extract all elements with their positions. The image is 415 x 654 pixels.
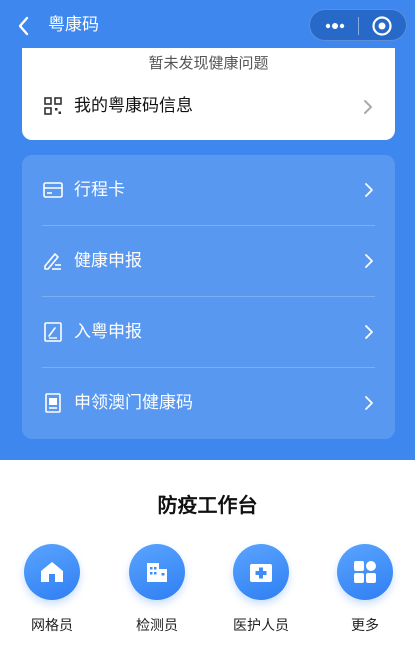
menu-item-health-declaration[interactable]: 健康申报 — [22, 226, 395, 297]
menu-item-entry-declaration[interactable]: 入粤申报 — [22, 297, 395, 368]
chevron-right-icon — [365, 325, 373, 339]
mini-program-capsule — [309, 9, 407, 41]
my-health-code-info-row[interactable]: 我的粤康码信息 — [22, 88, 395, 128]
tool-label: 医护人员 — [233, 618, 289, 634]
workbench-title: 防疫工作台 — [157, 493, 258, 517]
menu-item-trip-card[interactable]: 行程卡 — [22, 155, 395, 226]
tool-medical-staff[interactable]: 医护人员 — [216, 544, 306, 644]
tool-label: 检测员 — [136, 618, 178, 634]
document-edit-icon — [44, 322, 62, 342]
tool-circle — [129, 544, 185, 600]
my-health-code-info-label: 我的粤康码信息 — [74, 96, 193, 116]
tool-tester[interactable]: 检测员 — [112, 544, 202, 644]
grid-apps-icon — [354, 561, 376, 583]
tool-more[interactable]: 更多 — [320, 544, 410, 644]
epidemic-workbench-panel: 防疫工作台 网格员 检测员 医护人员 更多 — [0, 460, 415, 654]
medical-kit-icon — [250, 564, 272, 582]
tool-label: 网格员 — [31, 618, 73, 634]
home-icon — [41, 562, 63, 582]
building-icon — [147, 563, 167, 582]
more-dots-icon[interactable] — [320, 16, 350, 36]
form-icon — [45, 393, 61, 413]
menu-item-macau-health-code[interactable]: 申领澳门健康码 — [22, 368, 395, 439]
capsule-divider — [358, 17, 359, 35]
chevron-right-icon — [364, 100, 372, 114]
chevron-right-icon — [365, 396, 373, 410]
target-close-icon[interactable] — [371, 15, 393, 37]
tool-grid-member[interactable]: 网格员 — [7, 544, 97, 644]
app-title: 粤康码 — [48, 15, 99, 35]
tool-circle — [233, 544, 289, 600]
card-icon — [43, 182, 63, 198]
menu-item-label: 行程卡 — [74, 180, 125, 200]
chevron-right-icon — [365, 254, 373, 268]
chevron-right-icon — [365, 183, 373, 197]
qr-code-icon — [44, 97, 62, 115]
health-code-card: 暂未发现健康问题 我的粤康码信息 — [22, 48, 395, 140]
edit-icon — [44, 253, 61, 270]
tool-circle — [24, 544, 80, 600]
health-status-text: 暂未发现健康问题 — [148, 54, 269, 72]
tool-circle — [337, 544, 393, 600]
menu-item-label: 健康申报 — [74, 251, 142, 271]
chevron-left-icon[interactable] — [14, 14, 34, 38]
service-menu: 行程卡 健康申报 入粤申报 申领澳门健康码 — [22, 155, 395, 439]
top-bar: 粤康码 — [0, 0, 415, 52]
menu-item-label: 申领澳门健康码 — [74, 393, 193, 413]
tool-label: 更多 — [351, 618, 379, 634]
menu-item-label: 入粤申报 — [74, 322, 142, 342]
